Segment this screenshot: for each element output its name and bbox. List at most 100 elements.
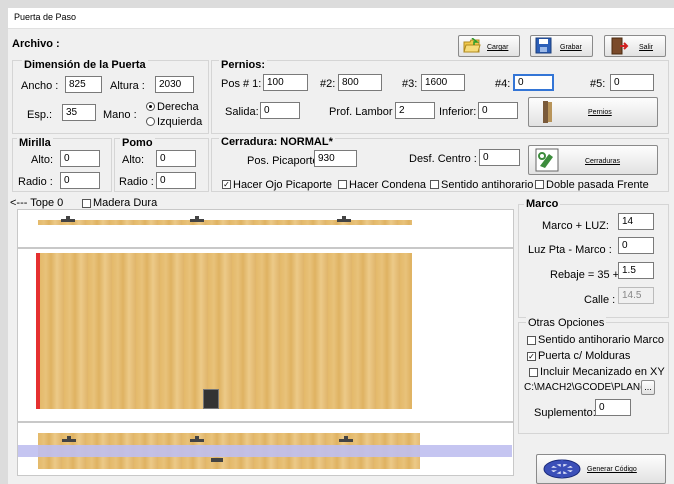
salir-label: Salir <box>639 44 654 51</box>
ojo-checkbox[interactable]: ✓ <box>222 180 231 189</box>
altura-label: Altura : <box>110 80 145 92</box>
pomo-alto-label: Alto: <box>122 154 145 166</box>
grabar-button[interactable]: Grabar <box>530 35 593 57</box>
lock-box <box>203 389 219 409</box>
luzpta-label: Luz Pta - Marco : <box>528 244 612 256</box>
cargar-label: Cargar <box>487 44 509 51</box>
rebaje-label: Rebaje = 35 + <box>550 269 620 281</box>
pomo-alto-input[interactable] <box>156 150 196 167</box>
save-icon <box>535 37 552 54</box>
altura-input[interactable] <box>155 76 194 93</box>
pos1-label: Pos # 1: <box>221 78 262 90</box>
pos4-input[interactable] <box>513 74 554 91</box>
mirilla-alto-label: Alto: <box>31 154 54 166</box>
top-edge-panel <box>17 209 514 248</box>
esp-input[interactable] <box>62 104 96 121</box>
window-title: Puerta de Paso <box>14 12 77 22</box>
lock-icon <box>535 148 559 172</box>
suplemento-label: Suplemento: <box>534 407 596 419</box>
ancho-input[interactable] <box>65 76 102 93</box>
derecha-label: Derecha <box>157 101 199 113</box>
cargar-button[interactable]: Cargar <box>458 35 520 57</box>
archivo-menu[interactable]: Archivo : <box>12 38 60 50</box>
calle-label: Calle : <box>584 294 616 306</box>
pos2-label: #2: <box>320 78 336 90</box>
browse-button[interactable]: ... <box>641 380 655 395</box>
lambor-label: Prof. Lambor : <box>329 106 399 118</box>
izquierda-radio[interactable] <box>146 117 155 126</box>
lambor-input[interactable] <box>395 102 435 119</box>
condena-label: Hacer Condena <box>349 179 427 191</box>
salida-label: Salida: <box>225 106 259 118</box>
ancho-label: Ancho : <box>21 80 59 92</box>
picaporte-input[interactable] <box>314 150 357 167</box>
molduras-label: Puerta c/ Molduras <box>538 350 631 362</box>
pos2-input[interactable] <box>338 74 382 91</box>
main-window: Puerta de Paso Archivo : Cargar Grabar S… <box>8 8 674 484</box>
picaporte-label: Pos. Picaporte <box>247 155 319 167</box>
cerraduras-button-label: Cerraduras <box>585 158 621 165</box>
otras-title: Otras Opciones <box>526 317 607 329</box>
generar-codigo-label: Generar Código <box>587 466 637 473</box>
madera-checkbox[interactable] <box>82 199 91 208</box>
marco-title: Marco <box>524 198 561 210</box>
luz-input[interactable] <box>618 213 654 230</box>
cerraduras-button[interactable]: Cerraduras <box>528 145 658 175</box>
pernios-button-label: Pernios <box>588 109 612 116</box>
salida-input[interactable] <box>260 102 300 119</box>
pos3-input[interactable] <box>421 74 465 91</box>
marco-antihorario-label: Sentido antihorario Marco <box>538 334 664 346</box>
luzpta-input[interactable] <box>618 237 654 254</box>
doble-checkbox[interactable] <box>535 180 544 189</box>
ojo-label: Hacer Ojo Picaporte <box>233 179 333 191</box>
bottom-hinge-2 <box>190 436 204 442</box>
marco-antihorario-checkbox[interactable] <box>527 336 536 345</box>
title-bar: Puerta de Paso <box>8 8 674 29</box>
door-face-wood <box>40 253 412 409</box>
pos1-input[interactable] <box>263 74 308 91</box>
top-hinge-3 <box>337 216 351 222</box>
grabar-label: Grabar <box>560 44 582 51</box>
condena-checkbox[interactable] <box>338 180 347 189</box>
door-face-panel <box>17 248 514 422</box>
xy-label: Incluir Mecanizado en XY <box>540 366 665 378</box>
luz-label: Marco + LUZ: <box>542 220 609 232</box>
pos5-input[interactable] <box>610 74 654 91</box>
suplemento-input[interactable] <box>595 399 631 416</box>
pernios-button[interactable]: Pernios <box>528 97 658 127</box>
top-hinge-1 <box>61 216 75 222</box>
salir-button[interactable]: Salir <box>604 35 666 57</box>
gear-wheel-icon <box>543 459 581 479</box>
bottom-hinge-3 <box>339 436 353 442</box>
mirilla-radio-label: Radio : <box>18 176 53 188</box>
rebaje-input[interactable] <box>618 262 654 279</box>
dimension-title: Dimensión de la Puerta <box>22 59 148 71</box>
pomo-radio-label: Radio : <box>119 176 154 188</box>
antihorario-checkbox[interactable] <box>430 180 439 189</box>
antihorario-label: Sentido antihorario <box>441 179 534 191</box>
desf-input[interactable] <box>479 149 520 166</box>
top-edge-wood <box>38 220 412 225</box>
gcode-path: C:\MACH2\GCODE\PLAN( <box>524 382 644 393</box>
molduras-checkbox[interactable]: ✓ <box>527 352 536 361</box>
pomo-radio-input[interactable] <box>156 172 196 189</box>
folder-icon <box>463 38 481 53</box>
mirilla-radio-input[interactable] <box>60 172 100 189</box>
mano-label: Mano : <box>103 109 137 121</box>
generar-codigo-button[interactable]: Generar Código <box>536 454 666 484</box>
bottom-lock-slot <box>211 458 223 462</box>
calle-input <box>618 287 654 304</box>
derecha-radio[interactable] <box>146 102 155 111</box>
inferior-input[interactable] <box>478 102 518 119</box>
madera-label: Madera Dura <box>93 197 158 209</box>
hinge-icon <box>543 101 552 123</box>
xy-checkbox[interactable] <box>529 368 538 377</box>
bottom-hinge-1 <box>62 436 76 442</box>
desf-label: Desf. Centro : <box>409 153 477 165</box>
pomo-title: Pomo <box>120 137 155 149</box>
cerradura-title: Cerradura: NORMAL* <box>219 136 335 148</box>
mirilla-title: Mirilla <box>17 137 53 149</box>
mirilla-alto-input[interactable] <box>60 150 100 167</box>
izquierda-label: Izquierda <box>157 116 203 128</box>
pos3-label: #3: <box>402 78 418 90</box>
